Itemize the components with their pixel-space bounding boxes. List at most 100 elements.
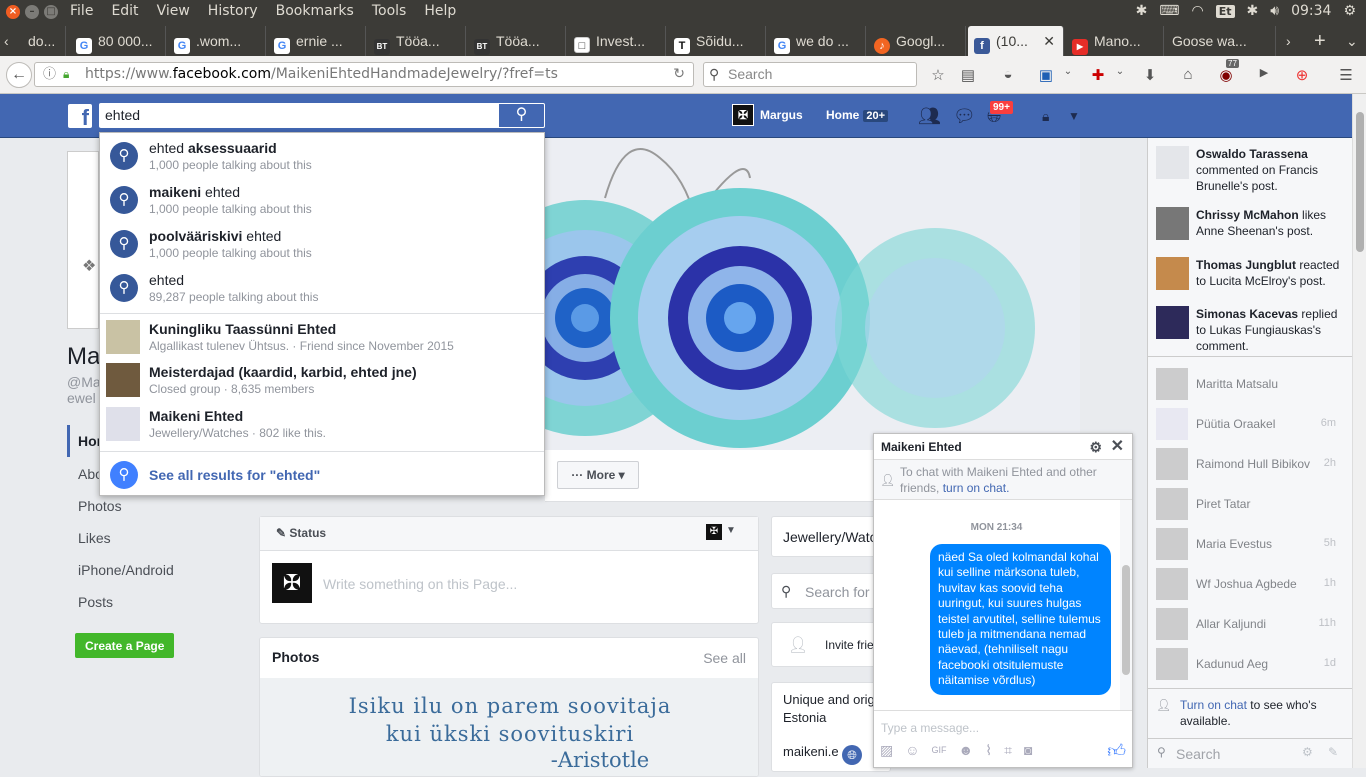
bluetooth-icon[interactable]: ✱ bbox=[1136, 3, 1148, 19]
chat-header[interactable]: Maikeni Ehted ⚙ ✕ bbox=[874, 434, 1132, 460]
camera-icon[interactable]: ◙ bbox=[1024, 742, 1032, 759]
hamburger-menu-icon[interactable]: ☰ bbox=[1336, 66, 1356, 84]
compose-icon[interactable]: ✎ bbox=[1328, 745, 1338, 759]
chevron-down-icon[interactable]: ⌄ bbox=[1110, 66, 1130, 77]
tab-13[interactable]: Goose wa... bbox=[1166, 26, 1276, 56]
menu-history[interactable]: History bbox=[208, 3, 258, 19]
like-thumb-icon[interactable]: 👍︎ bbox=[1107, 740, 1126, 762]
scrollbar-thumb[interactable] bbox=[1356, 112, 1364, 252]
suggestion-item-group[interactable]: Meisterdajad (kaardid, karbid, ehted jne… bbox=[100, 357, 544, 401]
tab-7[interactable]: □ Invest... bbox=[568, 26, 666, 56]
suggestion-item[interactable]: ⚲ maikeni ehted 1,000 people talking abo… bbox=[100, 177, 544, 221]
home-link[interactable]: Home 20+ bbox=[826, 108, 889, 122]
facebook-search-input[interactable]: ehted bbox=[99, 103, 499, 128]
tab-10[interactable]: ♪ Googl... bbox=[868, 26, 966, 56]
composer-input[interactable]: Write something on this Page... bbox=[323, 576, 517, 592]
chat-search-input[interactable]: Search bbox=[1176, 746, 1220, 762]
turn-on-chat-link[interactable]: turn on chat. bbox=[943, 481, 1010, 495]
quote-image[interactable]: Isiku ilu on parem soovitaja kui ükski s… bbox=[260, 678, 758, 776]
page-profile-picture[interactable]: ❖ bbox=[67, 151, 99, 329]
window-close-button[interactable]: × bbox=[6, 5, 20, 19]
account-menu-chevron-icon[interactable]: ▼ bbox=[1068, 109, 1080, 123]
suggestion-item[interactable]: ⚲ ehted 89,287 people talking about this bbox=[100, 265, 544, 309]
gear-icon[interactable]: ⚙ bbox=[1089, 434, 1102, 460]
window-minimize-button[interactable]: – bbox=[25, 5, 39, 19]
bookmark-star-icon[interactable]: ☆ bbox=[928, 66, 948, 84]
close-icon[interactable]: ✕ bbox=[1111, 434, 1124, 460]
gear-icon[interactable]: ⚙ bbox=[1302, 745, 1313, 759]
see-all-photos-link[interactable]: See all bbox=[703, 650, 746, 666]
chat-friend-item[interactable]: Püütia Oraakel 6m bbox=[1156, 408, 1344, 440]
status-tab[interactable]: ✎ Status bbox=[276, 526, 326, 540]
clock[interactable]: 09:34 bbox=[1291, 3, 1331, 19]
page-search-input[interactable]: Search for bbox=[805, 584, 870, 600]
ticker-item[interactable]: Thomas Jungblut reacted to Lucita McElro… bbox=[1156, 257, 1346, 290]
see-all-results-link[interactable]: ⚲ See all results for "ehted" bbox=[100, 451, 544, 495]
chat-message-bubble[interactable]: näed Sa oled kolmandal kohal kui selline… bbox=[930, 544, 1111, 695]
chat-friend-item[interactable]: Raimond Hull Bibikov 2h bbox=[1156, 448, 1344, 480]
menu-bookmarks[interactable]: Bookmarks bbox=[276, 3, 354, 19]
create-page-button[interactable]: Create a Page bbox=[75, 633, 175, 658]
scrollbar-thumb[interactable] bbox=[1122, 565, 1130, 675]
chat-friend-item[interactable]: Maritta Matsalu bbox=[1156, 368, 1344, 400]
keyboard-layout-indicator[interactable]: Et bbox=[1215, 4, 1235, 18]
pocket-icon[interactable]: ◒ bbox=[998, 66, 1018, 83]
more-button[interactable]: ··· More ▾ bbox=[557, 461, 639, 489]
new-tab-button[interactable]: + bbox=[1308, 26, 1334, 56]
ticker-item[interactable]: Oswaldo Tarassena commented on Francis B… bbox=[1156, 146, 1346, 194]
menu-edit[interactable]: Edit bbox=[111, 3, 138, 19]
sticker-icon[interactable]: ☺ bbox=[905, 742, 919, 759]
chevron-down-icon[interactable]: ⌄ bbox=[1058, 66, 1078, 77]
chat-friend-item[interactable]: Maria Evestus 5h bbox=[1156, 528, 1344, 560]
tab-8[interactable]: T Sõidu... bbox=[668, 26, 766, 56]
ticker-item[interactable]: Chrissy McMahon likes Anne Sheenan's pos… bbox=[1156, 207, 1346, 240]
search-button[interactable]: ⚲ bbox=[499, 103, 545, 128]
browser-search-input[interactable]: ⚲ Search bbox=[703, 62, 917, 87]
tab-2[interactable]: G 80 000... bbox=[70, 26, 166, 56]
keyboard-icon[interactable]: ⌨ bbox=[1159, 3, 1179, 19]
chat-scrollbar[interactable] bbox=[1120, 500, 1132, 710]
chevron-down-icon[interactable]: ▼ bbox=[726, 525, 736, 536]
suggestion-item-page[interactable]: Maikeni Ehted Jewellery/Watches · 802 li… bbox=[100, 401, 544, 445]
chat-friend-item[interactable]: Wf Joshua Agbede 1h bbox=[1156, 568, 1344, 600]
lifebuoy-icon[interactable]: ⊕ bbox=[1292, 66, 1312, 84]
page-nav-iphone-android[interactable]: iPhone/Android bbox=[67, 554, 247, 586]
back-button[interactable]: ← bbox=[6, 62, 32, 88]
tab-12[interactable]: ▶ Mano... bbox=[1066, 26, 1164, 56]
addon-plus-icon[interactable]: ✚ bbox=[1088, 66, 1108, 84]
profile-link[interactable]: ✠ Margus bbox=[732, 104, 803, 126]
tab-list-button[interactable]: ⌄ bbox=[1340, 26, 1360, 56]
youtube-addon-icon[interactable]: ▶ bbox=[1254, 66, 1274, 79]
info-icon[interactable]: ⓘ bbox=[43, 63, 56, 86]
tab-1[interactable]: do... bbox=[22, 26, 66, 56]
window-maximize-button[interactable]: □ bbox=[44, 5, 58, 19]
tab-3[interactable]: G .wom... bbox=[168, 26, 266, 56]
turn-on-chat-link[interactable]: Turn on chat bbox=[1180, 698, 1247, 712]
power-icon[interactable]: ⚙ bbox=[1343, 3, 1356, 19]
page-nav-likes[interactable]: Likes bbox=[67, 522, 247, 554]
page-category[interactable]: Jewellery/Watc bbox=[783, 529, 877, 545]
game-icon[interactable]: ⌗ bbox=[1004, 742, 1012, 759]
tab-5[interactable]: BT Tööa... bbox=[368, 26, 466, 56]
menu-help[interactable]: Help bbox=[424, 3, 456, 19]
website-link[interactable]: maikeni.e bbox=[783, 744, 839, 759]
chat-friend-item[interactable]: Piret Tatar bbox=[1156, 488, 1344, 520]
menu-file[interactable]: File bbox=[70, 3, 93, 19]
tab-facebook-active[interactable]: f (10... ✕ bbox=[968, 26, 1064, 56]
tab-4[interactable]: Gernie ... bbox=[268, 26, 366, 56]
ublock-icon[interactable]: ◉ bbox=[1216, 66, 1236, 84]
suggestion-item-page[interactable]: Kuningliku Taassünni Ehted Algallikast t… bbox=[100, 313, 544, 357]
privacy-shortcuts-icon[interactable]: 🔒︎ bbox=[1042, 108, 1049, 125]
wifi-icon[interactable]: ◠ bbox=[1192, 3, 1204, 19]
messages-icon[interactable]: 💬︎ bbox=[953, 106, 976, 127]
download-icon[interactable]: ⬇ bbox=[1140, 66, 1160, 84]
bluetooth-icon[interactable]: ✱ bbox=[1247, 3, 1259, 19]
chat-friend-item[interactable]: Allar Kaljundi 11h bbox=[1156, 608, 1344, 640]
chat-friend-item[interactable]: Kadunud Aeg 1d bbox=[1156, 648, 1344, 680]
suggestion-item[interactable]: ⚲ ehted aksessuaarid 1,000 people talkin… bbox=[100, 133, 544, 177]
page-nav-posts[interactable]: Posts bbox=[67, 586, 247, 618]
home-icon[interactable]: ⌂ bbox=[1178, 66, 1198, 83]
tab-scroll-left-button[interactable]: ‹ bbox=[0, 26, 20, 56]
page-avatar-icon[interactable]: ✠ bbox=[706, 524, 722, 540]
cover-photo[interactable] bbox=[545, 138, 1080, 450]
